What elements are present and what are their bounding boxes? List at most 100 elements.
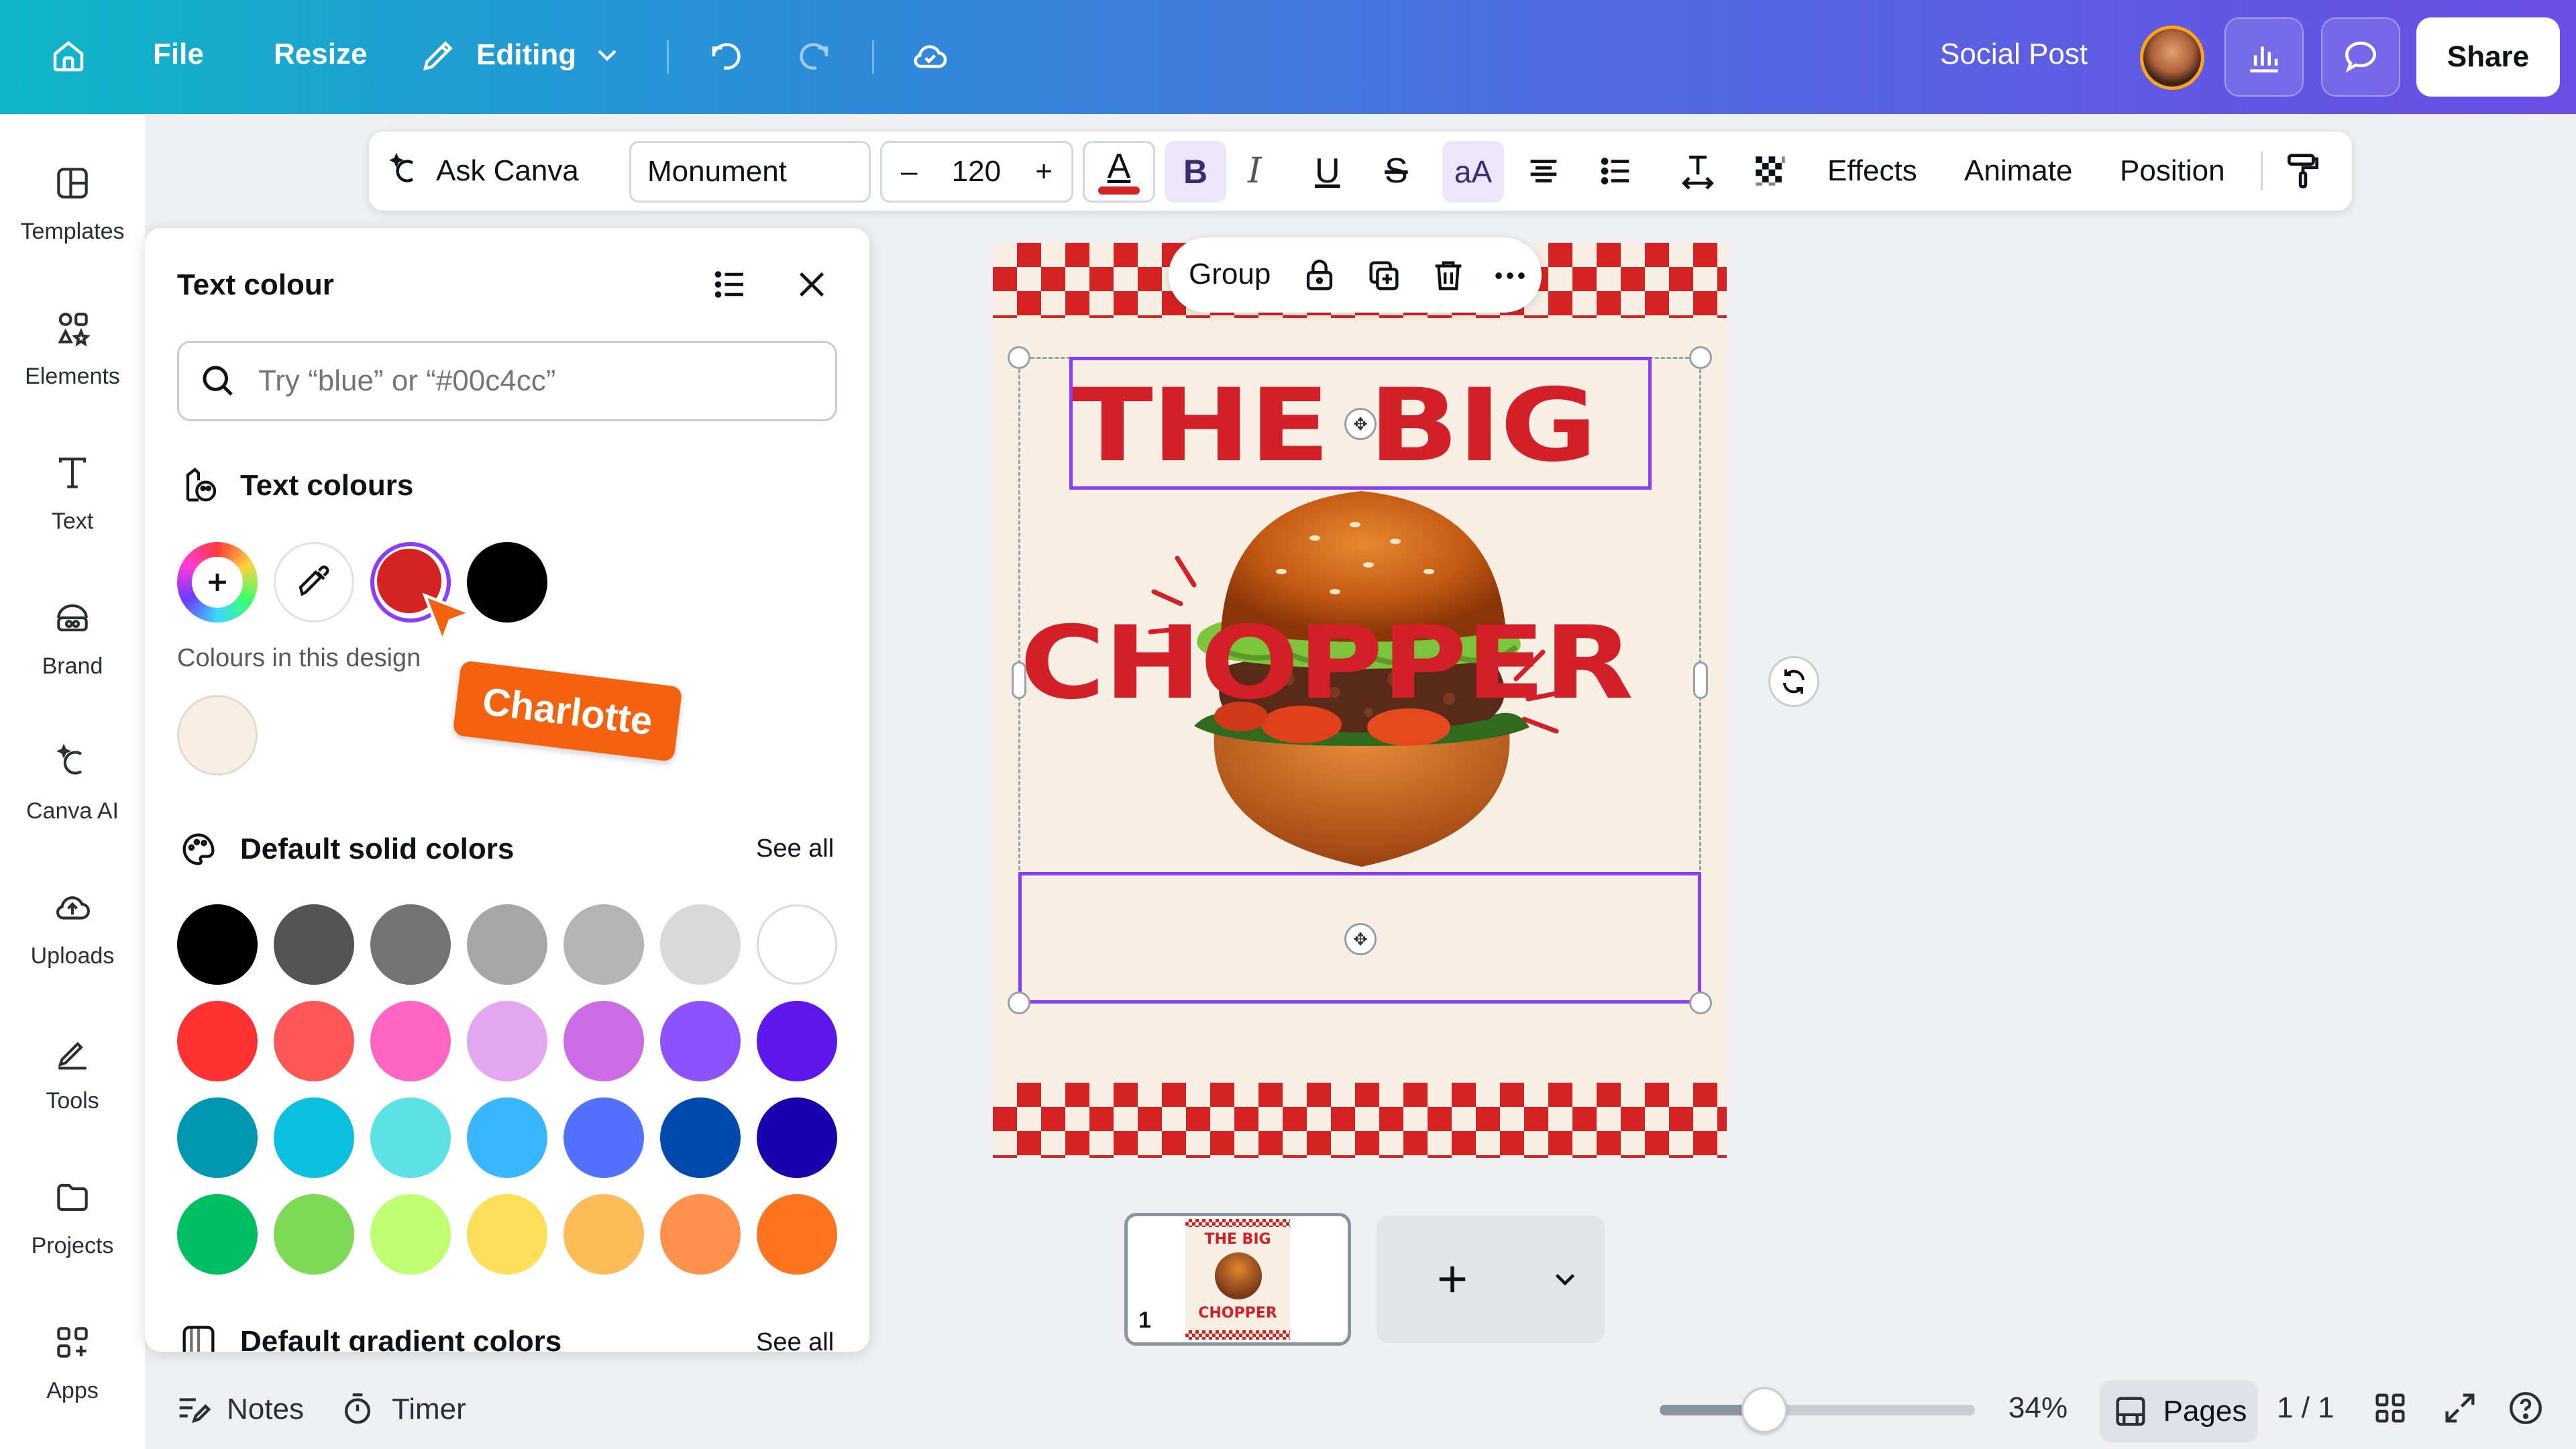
file-menu[interactable]: File (153, 38, 204, 71)
solid-colour-swatch[interactable] (564, 1001, 644, 1081)
decrease-font-size-button[interactable]: – (901, 155, 917, 189)
solid-colour-swatch[interactable] (660, 1194, 741, 1275)
move-handle-icon[interactable]: ✥ (1344, 408, 1377, 440)
solid-colour-swatch[interactable] (757, 904, 837, 985)
solid-colour-swatch[interactable] (757, 1194, 837, 1275)
page-thumbnail-1[interactable]: THE BIG CHOPPER 1 (1124, 1213, 1351, 1346)
eyedropper-button[interactable] (274, 542, 354, 623)
solid-colour-swatch[interactable] (370, 1097, 451, 1178)
effects-button[interactable]: Effects (1827, 131, 1917, 211)
fullscreen-button[interactable] (2440, 1389, 2494, 1428)
increase-font-size-button[interactable]: + (1035, 155, 1053, 189)
redo-icon[interactable] (793, 36, 833, 76)
solid-colour-swatch[interactable] (177, 1194, 258, 1275)
trash-icon[interactable] (1429, 256, 1468, 295)
avatar[interactable] (2140, 25, 2204, 90)
see-all-gradient-link[interactable]: See all (756, 1328, 834, 1352)
font-size-stepper[interactable]: – 120 + (880, 141, 1073, 203)
share-button[interactable]: Share (2416, 17, 2560, 97)
solid-colour-swatch[interactable] (660, 1097, 741, 1178)
solid-colour-swatch[interactable] (274, 904, 354, 985)
solid-colour-swatch[interactable] (177, 1001, 258, 1081)
close-icon[interactable] (793, 266, 830, 303)
solid-colour-swatch[interactable] (467, 1001, 547, 1081)
solid-colour-swatch[interactable] (370, 904, 451, 985)
solid-colour-swatch[interactable] (177, 904, 258, 985)
resize-handle[interactable] (1689, 991, 1712, 1014)
solid-colour-swatch[interactable] (177, 1097, 258, 1178)
design-colour-swatch-cream[interactable] (177, 695, 258, 775)
rail-item-uploads[interactable]: Uploads (0, 887, 145, 969)
rail-item-elements[interactable]: Elements (0, 307, 145, 390)
grid-view-button[interactable] (2371, 1389, 2424, 1428)
list-button[interactable] (1597, 131, 1635, 211)
solid-colour-swatch[interactable] (467, 1194, 547, 1275)
list-view-icon[interactable] (710, 264, 750, 305)
zoom-level[interactable]: 34% (2008, 1391, 2068, 1425)
animate-button[interactable]: Animate (1964, 131, 2072, 211)
solid-colour-swatch[interactable] (757, 1097, 837, 1178)
home-icon[interactable] (48, 36, 89, 76)
transparency-button[interactable] (1751, 131, 1790, 211)
font-size-value[interactable]: 120 (952, 155, 1001, 189)
ask-canva-button[interactable]: Ask Canva (385, 131, 579, 211)
text-colour-swatch-black[interactable] (467, 542, 547, 623)
add-page-button[interactable] (1377, 1216, 1605, 1343)
move-handle-icon[interactable]: ✥ (1344, 923, 1377, 955)
font-family-select[interactable]: Monument (629, 141, 871, 203)
resize-button[interactable]: Resize (274, 38, 367, 71)
solid-colour-swatch[interactable] (564, 904, 644, 985)
unlock-icon[interactable] (1300, 256, 1339, 295)
timer-button[interactable]: Timer (338, 1390, 466, 1429)
solid-colour-swatch[interactable] (274, 1194, 354, 1275)
solid-colour-swatch[interactable] (370, 1001, 451, 1081)
rail-item-brand[interactable]: Brand (0, 597, 145, 680)
solid-colour-swatch[interactable] (757, 1001, 837, 1081)
copy-style-button[interactable] (2282, 131, 2324, 211)
align-button[interactable] (1524, 131, 1563, 211)
rotate-button[interactable] (1768, 656, 1819, 707)
resize-handle[interactable] (1689, 346, 1712, 369)
search-input[interactable] (258, 364, 795, 398)
help-button[interactable] (2506, 1389, 2560, 1428)
resize-handle[interactable] (1008, 346, 1030, 369)
rail-item-apps[interactable]: Apps (0, 1322, 145, 1404)
solid-colour-swatch[interactable] (370, 1194, 451, 1275)
pages-button[interactable]: Pages (2100, 1381, 2258, 1442)
group-button[interactable]: Group (1189, 258, 1271, 291)
solid-colour-swatch[interactable] (564, 1194, 644, 1275)
bold-button[interactable]: B (1165, 141, 1226, 203)
chevron-down-icon[interactable] (1548, 1263, 1582, 1296)
solid-colour-swatch[interactable] (660, 904, 741, 985)
more-options-icon[interactable] (1491, 256, 1529, 295)
see-all-solid-link[interactable]: See all (756, 835, 834, 863)
solid-colour-swatch[interactable] (274, 1097, 354, 1178)
insights-button[interactable] (2224, 17, 2304, 97)
resize-handle[interactable] (1008, 991, 1030, 1014)
solid-colour-swatch[interactable] (564, 1097, 644, 1178)
underline-button[interactable]: U (1315, 131, 1340, 211)
rail-item-text[interactable]: Text (0, 452, 145, 535)
side-handle[interactable] (1012, 661, 1026, 699)
spacing-button[interactable] (1677, 131, 1719, 211)
zoom-slider[interactable] (1660, 1405, 1975, 1415)
solid-colour-swatch[interactable] (660, 1001, 741, 1081)
rail-item-tools[interactable]: Tools (0, 1032, 145, 1114)
editing-mode-menu[interactable]: Editing (419, 35, 623, 75)
rail-item-projects[interactable]: Projects (0, 1177, 145, 1259)
solid-colour-swatch[interactable] (467, 1097, 547, 1178)
position-button[interactable]: Position (2120, 131, 2225, 211)
colour-search-field[interactable] (177, 341, 837, 421)
rail-item-canva-ai[interactable]: Canva AI (0, 742, 145, 824)
cloud-saved-icon[interactable] (910, 36, 950, 76)
text-colour-button[interactable]: A (1083, 141, 1155, 203)
italic-button[interactable]: I (1248, 131, 1262, 211)
solid-colour-swatch[interactable] (274, 1001, 354, 1081)
rail-item-templates[interactable]: Templates (0, 162, 145, 245)
letter-case-button[interactable]: aA (1442, 141, 1504, 203)
comments-button[interactable] (2321, 17, 2400, 97)
notes-button[interactable]: Notes (173, 1390, 304, 1429)
zoom-slider-thumb[interactable] (1741, 1387, 1787, 1433)
duplicate-icon[interactable] (1364, 256, 1403, 295)
document-title[interactable]: Social Post (1940, 38, 2088, 71)
